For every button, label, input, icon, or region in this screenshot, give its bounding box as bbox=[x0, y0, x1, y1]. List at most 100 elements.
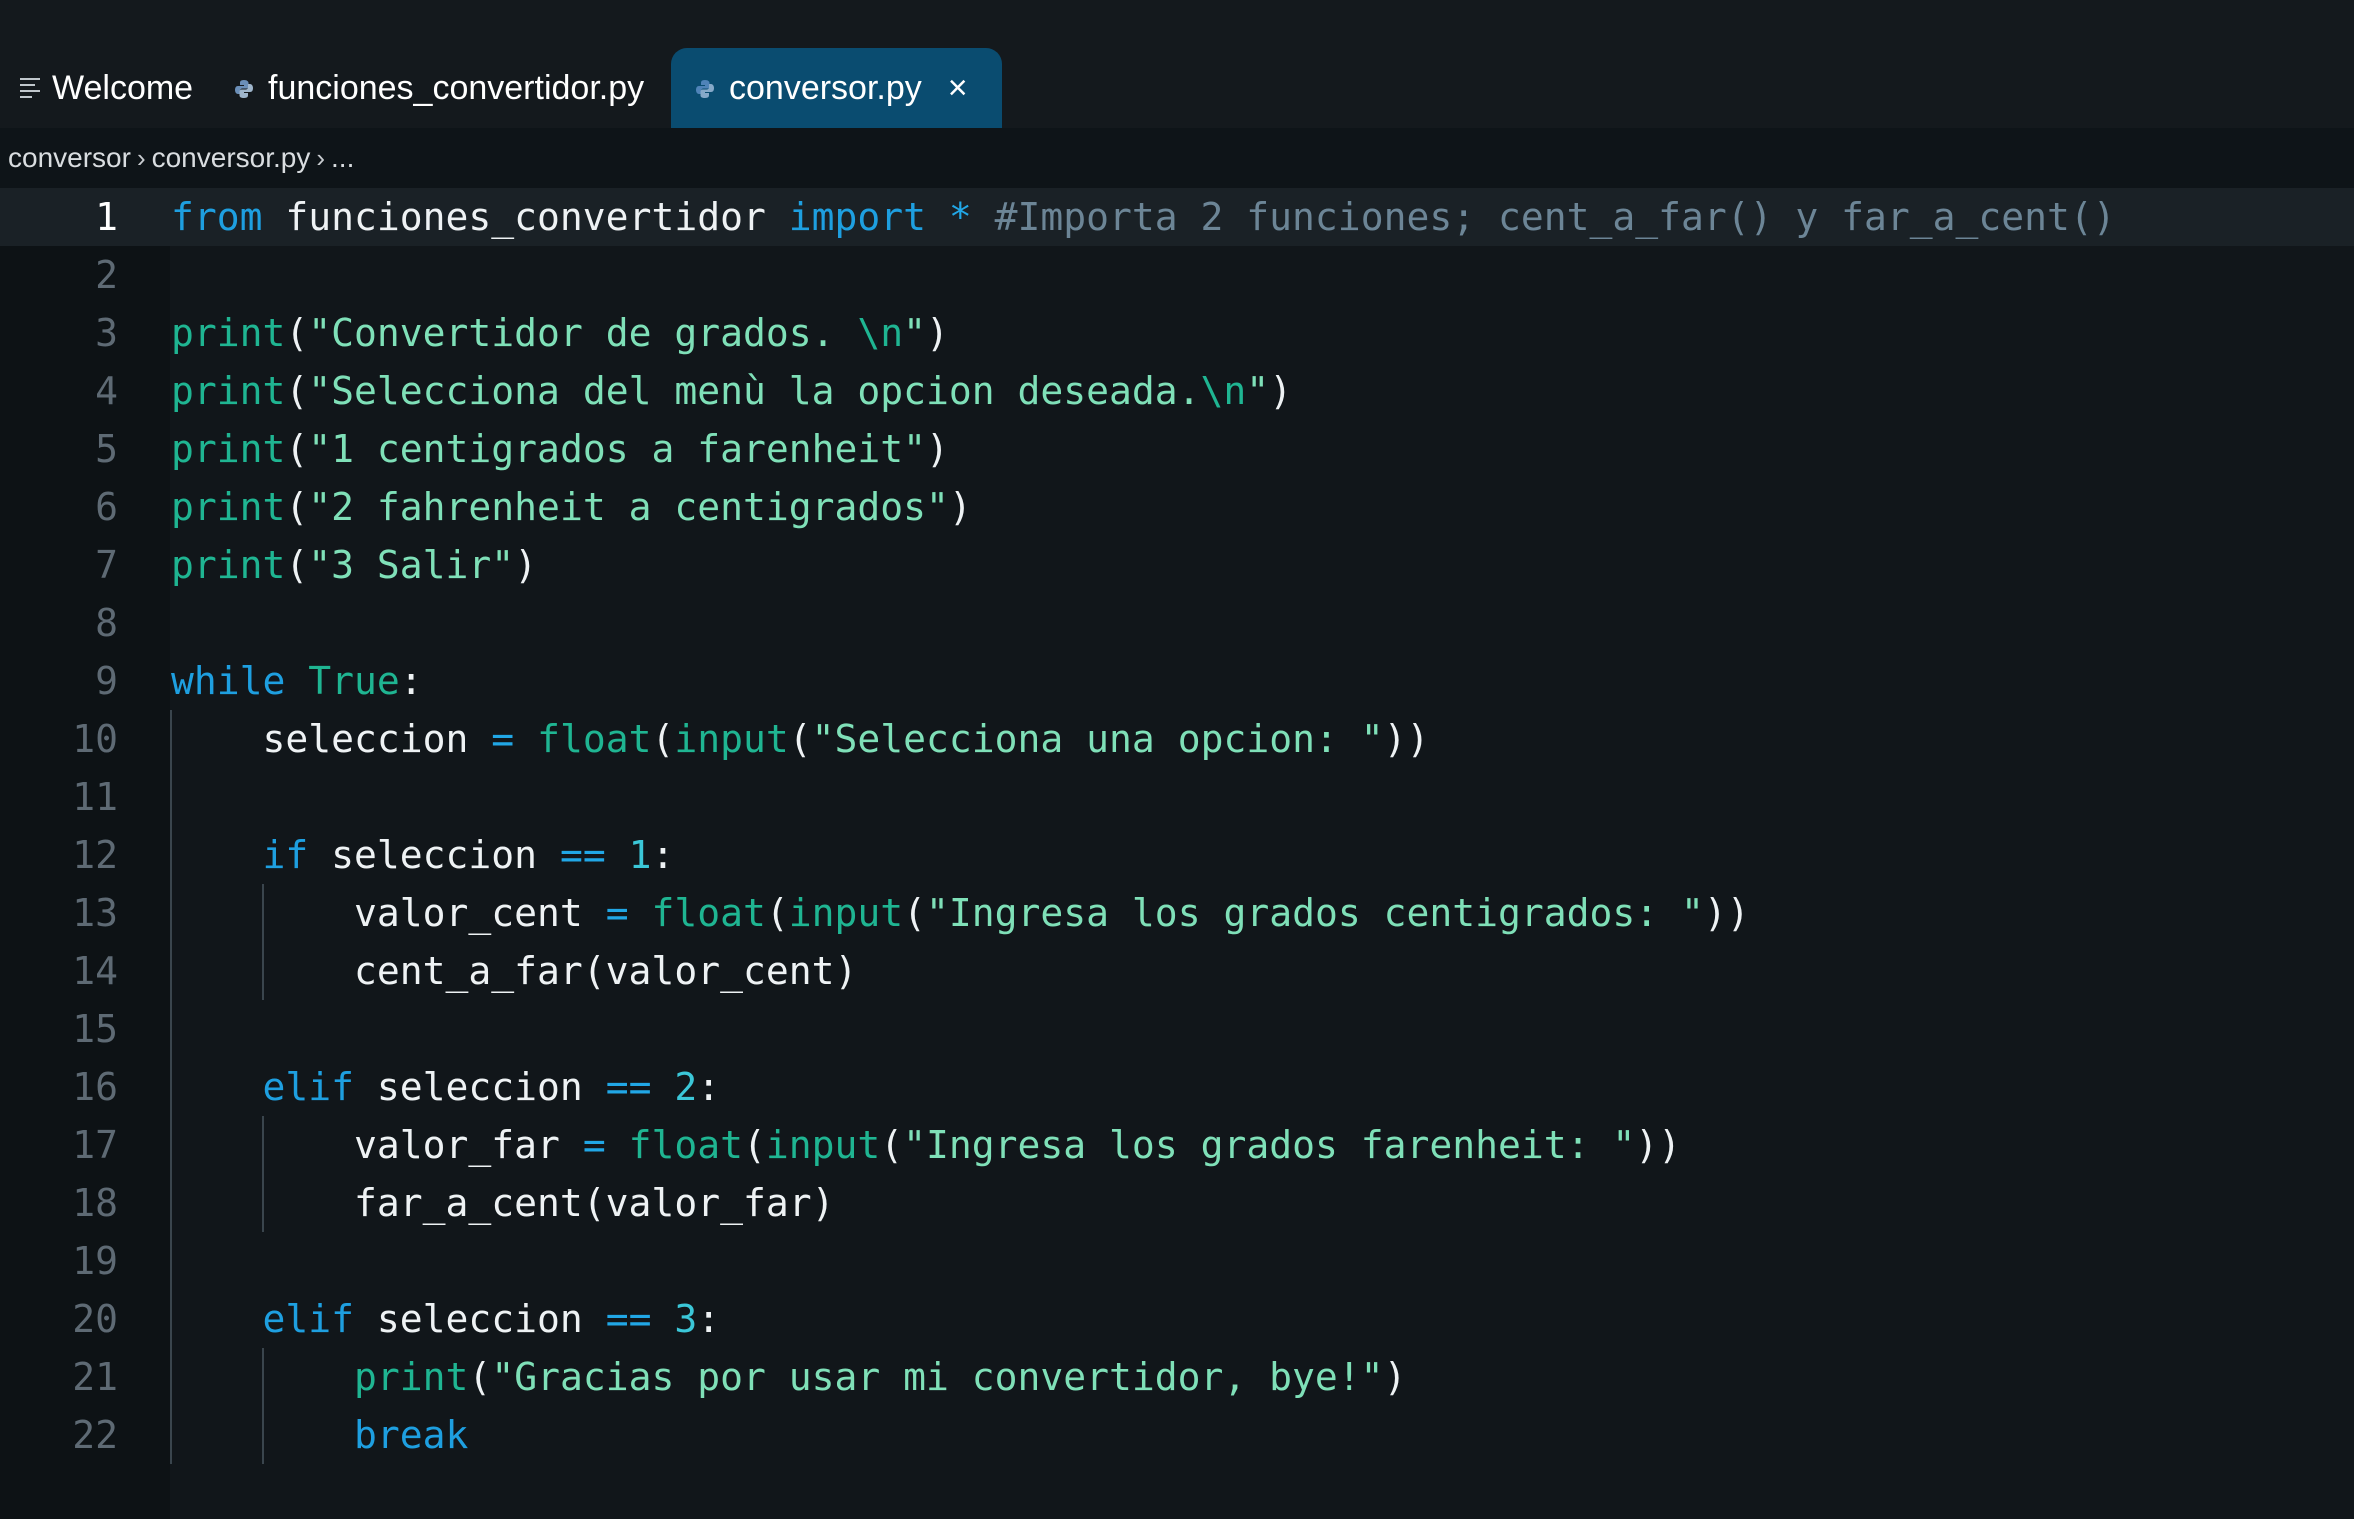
breadcrumb-folder[interactable]: conversor bbox=[8, 142, 131, 174]
code-text[interactable]: break bbox=[171, 1406, 468, 1464]
code-line[interactable]: 14 cent_a_far(valor_cent) bbox=[0, 942, 2354, 1000]
breadcrumb-file[interactable]: conversor.py bbox=[152, 142, 311, 174]
code-token: if bbox=[262, 833, 309, 877]
code-token: print bbox=[171, 311, 286, 355]
code-token: funciones_convertidor bbox=[262, 195, 789, 239]
code-token: elif bbox=[262, 1065, 355, 1109]
code-line[interactable]: 15 bbox=[0, 1000, 2354, 1058]
code-line[interactable]: 4 print("Selecciona del menù la opcion de… bbox=[0, 362, 2354, 420]
code-token: 3 bbox=[674, 1297, 698, 1341]
python-file-icon bbox=[234, 69, 254, 108]
code-line[interactable]: 12 if seleccion == 1: bbox=[0, 826, 2354, 884]
code-token: 1 bbox=[628, 833, 652, 877]
code-token: ) bbox=[1383, 1355, 1407, 1399]
line-number: 20 bbox=[72, 1297, 118, 1341]
code-text[interactable]: seleccion = float(input("Selecciona una … bbox=[171, 710, 1430, 768]
code-text[interactable]: valor_far = float(input("Ingresa los gra… bbox=[171, 1116, 1681, 1174]
code-line[interactable]: 10 seleccion = float(input("Selecciona u… bbox=[0, 710, 2354, 768]
code-token: break bbox=[354, 1413, 469, 1457]
code-line[interactable]: 22 break bbox=[0, 1406, 2354, 1464]
code-token: print bbox=[171, 485, 286, 529]
tab-label: conversor.py bbox=[729, 68, 922, 107]
line-number: 16 bbox=[72, 1065, 118, 1109]
code-token: "Ingresa los grados farenheit: " bbox=[903, 1123, 1636, 1167]
tab-label: Welcome bbox=[52, 68, 194, 107]
line-number: 21 bbox=[72, 1355, 118, 1399]
line-number: 19 bbox=[72, 1239, 118, 1283]
breadcrumb-symbol[interactable]: ... bbox=[331, 142, 354, 174]
code-text[interactable]: print("1 centigrados a farenheit") bbox=[171, 420, 949, 478]
code-line[interactable]: 21 print("Gracias por usar mi convertido… bbox=[0, 1348, 2354, 1406]
indent-guide bbox=[170, 710, 172, 1464]
code-token: True bbox=[308, 659, 400, 703]
code-line[interactable]: 20 elif seleccion == 3: bbox=[0, 1290, 2354, 1348]
code-line[interactable]: 2 bbox=[0, 246, 2354, 304]
code-line[interactable]: 9 while True: bbox=[0, 652, 2354, 710]
indent-guide bbox=[262, 884, 264, 1000]
code-line[interactable]: 18 far_a_cent(valor_far) bbox=[0, 1174, 2354, 1232]
code-token: input bbox=[674, 717, 789, 761]
code-text[interactable]: if seleccion == 1: bbox=[171, 826, 675, 884]
code-token: ) bbox=[926, 427, 949, 471]
close-icon[interactable]: × bbox=[948, 69, 968, 108]
code-token: = bbox=[605, 891, 629, 935]
indent-guide bbox=[262, 1348, 264, 1464]
code-token: : bbox=[651, 833, 675, 877]
code-token: seleccion bbox=[171, 717, 492, 761]
code-line[interactable]: 6 print("2 fahrenheit a centigrados") bbox=[0, 478, 2354, 536]
code-text[interactable]: cent_a_far(valor_cent) bbox=[171, 942, 857, 1000]
code-token: ( bbox=[468, 1355, 492, 1399]
line-number: 2 bbox=[95, 253, 118, 297]
code-text[interactable]: from funciones_convertidor import * #Imp… bbox=[171, 188, 2116, 246]
code-line[interactable]: 5 print("1 centigrados a farenheit") bbox=[0, 420, 2354, 478]
code-text[interactable]: far_a_cent(valor_far) bbox=[171, 1174, 834, 1232]
tab-conversor[interactable]: conversor.py × bbox=[671, 48, 1002, 128]
line-number: 8 bbox=[95, 601, 118, 645]
code-line[interactable]: 17 valor_far = float(input("Ingresa los … bbox=[0, 1116, 2354, 1174]
code-text[interactable]: print("3 Salir") bbox=[171, 536, 537, 594]
code-token: == bbox=[605, 1297, 652, 1341]
code-line[interactable]: 7 print("3 Salir") bbox=[0, 536, 2354, 594]
code-line[interactable]: 19 bbox=[0, 1232, 2354, 1290]
code-line[interactable]: 16 elif seleccion == 2: bbox=[0, 1058, 2354, 1116]
code-line[interactable]: 1 from funciones_convertidor import * #Im… bbox=[0, 188, 2354, 246]
code-token: \n bbox=[857, 311, 904, 355]
code-token: \n bbox=[1200, 369, 1247, 413]
tab-welcome[interactable]: Welcome bbox=[20, 48, 193, 128]
code-token: * bbox=[926, 195, 995, 239]
tab-bar: Welcome funciones_convertidor.py convers… bbox=[0, 0, 2354, 128]
code-token: while bbox=[171, 659, 286, 703]
code-token: ( bbox=[765, 891, 789, 935]
code-line[interactable]: 11 bbox=[0, 768, 2354, 826]
code-text[interactable]: print("Selecciona del menù la opcion des… bbox=[171, 362, 1292, 420]
line-number: 9 bbox=[95, 659, 118, 703]
code-text[interactable]: while True: bbox=[171, 652, 423, 710]
code-text[interactable]: valor_cent = float(input("Ingresa los gr… bbox=[171, 884, 1750, 942]
code-text[interactable]: elif seleccion == 3: bbox=[171, 1290, 721, 1348]
code-token: ( bbox=[880, 1123, 904, 1167]
code-token: print bbox=[171, 543, 286, 587]
line-number: 3 bbox=[95, 311, 118, 355]
code-line[interactable]: 8 bbox=[0, 594, 2354, 652]
code-text[interactable]: elif seleccion == 2: bbox=[171, 1058, 721, 1116]
code-text[interactable]: print("2 fahrenheit a centigrados") bbox=[171, 478, 972, 536]
code-token: = bbox=[582, 1123, 606, 1167]
python-file-icon bbox=[695, 69, 715, 108]
code-line[interactable]: 13 valor_cent = float(input("Ingresa los… bbox=[0, 884, 2354, 942]
code-token: 2 bbox=[674, 1065, 698, 1109]
code-text[interactable]: print("Convertidor de grados. \n") bbox=[171, 304, 949, 362]
code-token: ( bbox=[285, 311, 309, 355]
code-token: "Gracias por usar mi convertidor, bye!" bbox=[491, 1355, 1384, 1399]
code-token: ( bbox=[903, 891, 927, 935]
code-token: import bbox=[788, 195, 926, 239]
code-token: float bbox=[651, 891, 766, 935]
code-line[interactable]: 3 print("Convertidor de grados. \n") bbox=[0, 304, 2354, 362]
code-token: from bbox=[171, 195, 263, 239]
tab-funciones-convertidor[interactable]: funciones_convertidor.py bbox=[234, 48, 644, 128]
code-text[interactable]: print("Gracias por usar mi convertidor, … bbox=[171, 1348, 1406, 1406]
code-token: input bbox=[765, 1123, 881, 1167]
